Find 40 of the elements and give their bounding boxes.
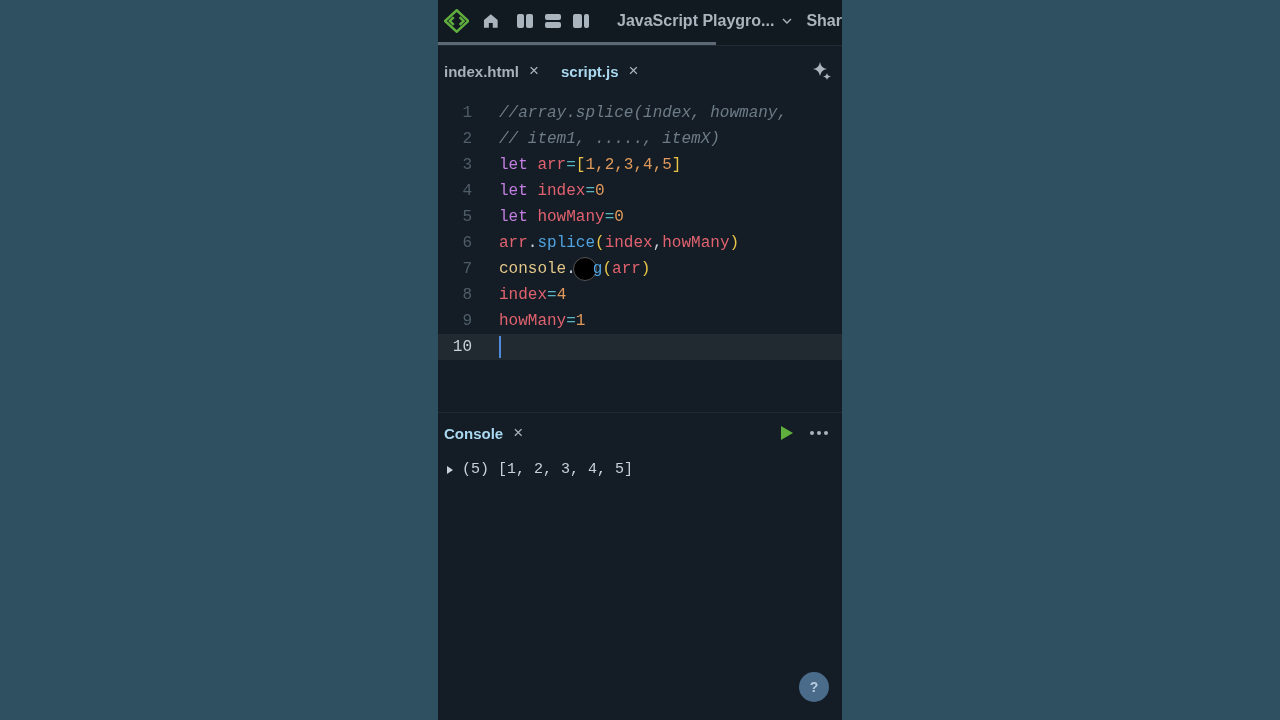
code-line: let arr=[1,2,3,4,5]	[499, 156, 682, 174]
code-line: // item1, ....., itemX)	[499, 130, 720, 148]
line-number: 6	[461, 234, 472, 252]
file-tab[interactable]: script.js ×	[560, 61, 639, 81]
code-logo-icon[interactable]	[444, 9, 470, 33]
line-number: 8	[461, 286, 472, 304]
share-button[interactable]: Shar	[806, 12, 842, 30]
close-tab-button[interactable]: ×	[529, 61, 539, 81]
split-layout-icon[interactable]	[573, 14, 589, 28]
file-tab[interactable]: index.html ×	[444, 61, 539, 81]
more-icon[interactable]	[810, 431, 828, 435]
line-number: 7	[461, 260, 472, 278]
close-tab-button[interactable]: ×	[628, 61, 639, 81]
code-line: //array.splice(index, howmany,	[499, 104, 788, 122]
project-title-dropdown[interactable]: JavaScript Playgro...	[617, 12, 793, 30]
line-number: 3	[461, 156, 472, 174]
columns-layout-icon[interactable]	[517, 14, 533, 28]
text-cursor	[499, 336, 501, 358]
code-line: console. g(arr)	[499, 257, 651, 281]
scrollbar-thumb[interactable]	[438, 42, 716, 45]
line-number: 10	[451, 338, 472, 356]
expand-arrow-icon[interactable]	[446, 464, 454, 475]
console-title: Console	[444, 424, 504, 442]
home-icon[interactable]	[483, 13, 499, 29]
code-line: arr.splice(index,howMany)	[499, 234, 740, 252]
rows-layout-icon[interactable]	[545, 14, 561, 28]
line-number: 4	[461, 182, 472, 200]
close-console-button[interactable]: ×	[513, 423, 524, 443]
sparkle-icon[interactable]	[812, 61, 832, 81]
line-number: 1	[461, 104, 472, 122]
line-number: 2	[461, 130, 472, 148]
run-icon[interactable]	[780, 425, 794, 441]
code-line: let howMany=0	[499, 208, 624, 226]
line-number: 9	[461, 312, 472, 330]
line-number: 5	[461, 208, 472, 226]
code-line: index=4	[499, 286, 567, 304]
code-line: howMany=1	[499, 312, 586, 330]
chevron-down-icon	[782, 18, 793, 24]
console-output: (5) [1, 2, 3, 4, 5]	[462, 461, 634, 478]
code-line: let index=0	[499, 182, 605, 200]
